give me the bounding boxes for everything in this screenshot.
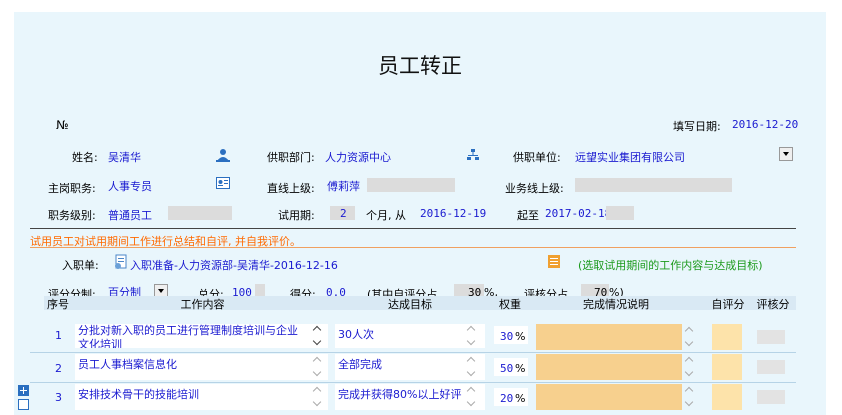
row-2-completion-scroll[interactable]	[685, 356, 695, 378]
row-2-target-field[interactable]: 全部完成	[335, 354, 485, 380]
row-1-separator	[30, 352, 796, 353]
row-2-content-text: 员工人事档案信息化	[78, 358, 177, 371]
row-2-completion-field[interactable]	[536, 354, 682, 380]
row-3-target-field[interactable]: 完成并获得80%以上好评	[335, 384, 485, 410]
dept-field[interactable]: 人力资源中心	[325, 149, 391, 165]
main-position-label: 主岗职务:	[48, 182, 96, 195]
col-header-self-score: 自评分	[711, 298, 745, 311]
unit-field[interactable]: 远望实业集团有限公司	[575, 149, 685, 165]
col-header-target: 达成目标	[388, 298, 432, 311]
row-3-target-text: 完成并获得80%以上好评	[338, 388, 462, 401]
section-divider	[30, 228, 796, 229]
entry-form-link[interactable]: 入职准备-人力资源部-吴清华-2016-12-16	[130, 257, 338, 273]
row-1-self-score-field[interactable]	[712, 324, 742, 350]
row-3-review-score-field[interactable]	[757, 390, 785, 404]
document-link-icon	[113, 254, 129, 270]
row-1-target-text: 30人次	[338, 328, 374, 341]
row-2-number: 2	[55, 362, 62, 375]
row-1-target-scroll[interactable]	[467, 325, 477, 347]
picker-icon[interactable]	[548, 255, 560, 268]
row-1-completion-field[interactable]	[536, 324, 682, 350]
start-date-field[interactable]: 2016-12-19	[420, 207, 486, 220]
main-position-field[interactable]: 人事专员	[108, 178, 152, 194]
col-header-review-score: 评核分	[756, 298, 790, 311]
row-2-separator	[30, 382, 796, 383]
row-2-content-field[interactable]: 员工人事档案信息化	[75, 354, 328, 380]
row-1-content-text: 分批对新入职的员工进行管理制度培训与企业文化培训	[78, 324, 298, 348]
add-row-icon[interactable]	[18, 385, 29, 396]
row-1-target-field[interactable]: 30人次	[335, 324, 485, 348]
row-3-content-field[interactable]: 安排技术骨干的技能培训	[75, 384, 328, 410]
row-1-content-scroll[interactable]	[313, 325, 323, 347]
entry-form-label: 入职单:	[62, 259, 99, 272]
person-icon[interactable]	[216, 148, 230, 162]
col-header-content: 工作内容	[180, 298, 225, 311]
rank-field[interactable]: 普通员工	[108, 207, 152, 223]
row-3-number: 3	[55, 391, 62, 404]
col-header-no: 序号	[47, 298, 69, 311]
row-3-target-scroll[interactable]	[467, 386, 477, 408]
rank-label: 职务级别:	[48, 209, 96, 222]
unit-dropdown-button[interactable]	[779, 147, 793, 161]
fill-date-value: 2016-12-20	[732, 118, 799, 131]
supervisor-field[interactable]: 傅莉萍	[327, 178, 360, 194]
row-2-self-score-field[interactable]	[712, 354, 742, 380]
end-date-fill	[606, 206, 634, 220]
org-chart-icon[interactable]	[466, 148, 480, 162]
name-label: 姓名:	[72, 151, 98, 164]
row-1-weight-value: 30	[500, 330, 514, 343]
row-3-completion-scroll[interactable]	[685, 386, 695, 408]
entry-hint: (选取试用期间的工作内容与达成目标)	[578, 259, 763, 272]
row-1-completion-scroll[interactable]	[685, 326, 695, 348]
dept-label: 供职部门:	[267, 151, 315, 164]
rank-fill	[168, 206, 232, 220]
row-3-content-text: 安排技术骨干的技能培训	[78, 388, 199, 401]
hint-underline	[30, 247, 796, 248]
row-2-weight-value: 50	[500, 362, 514, 375]
row-1-weight-unit: %	[515, 330, 526, 343]
col-header-completion: 完成情况说明	[583, 298, 649, 311]
business-supervisor-field[interactable]	[575, 178, 732, 192]
supervisor-label: 直线上级:	[267, 182, 315, 195]
row-2-weight-unit: %	[515, 362, 526, 375]
doc-number-label: №	[56, 118, 69, 132]
row-1-content-field[interactable]: 分批对新入职的员工进行管理制度培训与企业文化培训	[75, 324, 328, 348]
id-card-icon[interactable]	[216, 177, 230, 189]
row-2-target-text: 全部完成	[338, 358, 382, 371]
row-1-number: 1	[55, 329, 62, 342]
row-3-weight-unit: %	[515, 392, 526, 405]
row-3-weight-value: 20	[500, 392, 514, 405]
fill-date-label: 填写日期:	[673, 120, 721, 133]
row-select-checkbox[interactable]	[18, 399, 29, 410]
row-3-content-scroll[interactable]	[313, 386, 323, 408]
probation-label: 试用期:	[278, 209, 315, 222]
end-date-label: 起至	[517, 209, 539, 222]
name-field[interactable]: 吴清华	[108, 149, 141, 165]
row-2-target-scroll[interactable]	[467, 356, 477, 378]
page-title: 员工转正	[378, 54, 462, 78]
probation-months-field: 2	[340, 207, 347, 220]
row-2-content-scroll[interactable]	[313, 356, 323, 378]
row-3-self-score-field[interactable]	[712, 384, 742, 410]
col-header-weight: 权重	[499, 298, 521, 311]
row-1-review-score-field[interactable]	[757, 330, 785, 344]
end-date-field[interactable]: 2017-02-18	[545, 207, 611, 220]
unit-label: 供职单位:	[513, 151, 561, 164]
probation-from-label: 个月, 从	[366, 209, 406, 222]
business-supervisor-label: 业务线上级:	[505, 182, 564, 195]
row-2-review-score-field[interactable]	[757, 360, 785, 374]
supervisor-fill	[367, 178, 455, 192]
row-3-completion-field[interactable]	[536, 384, 682, 410]
